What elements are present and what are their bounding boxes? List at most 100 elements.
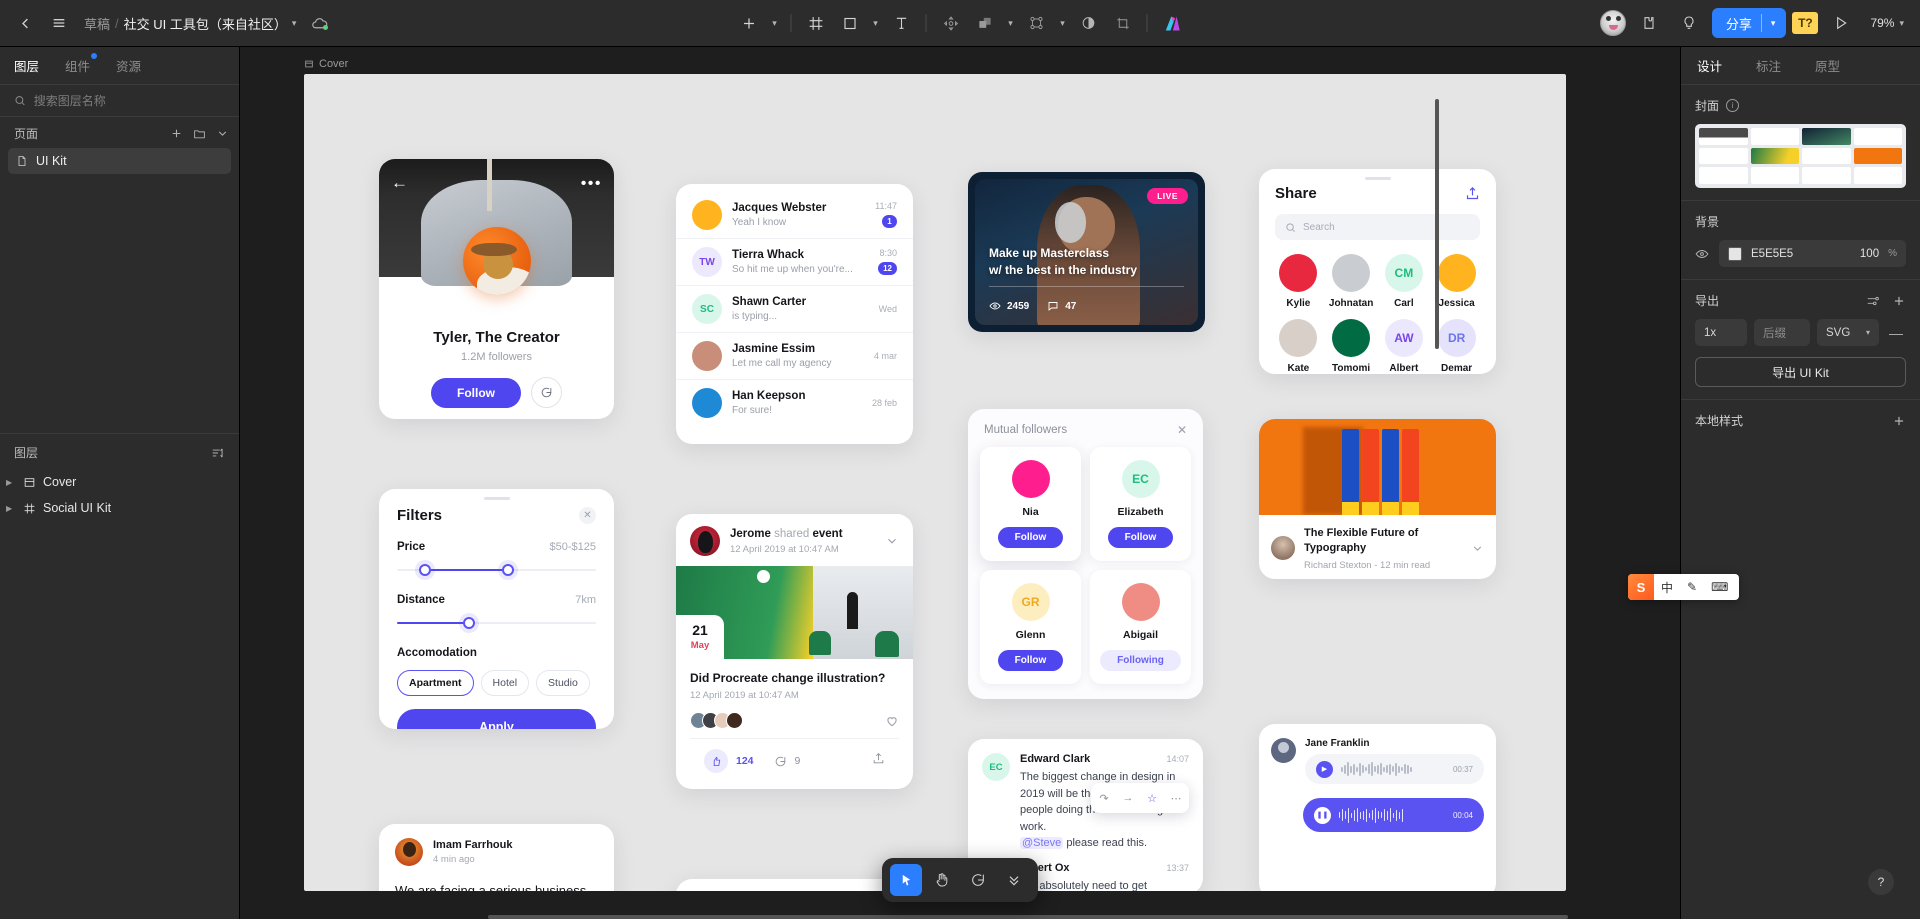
- share-person[interactable]: Jessica: [1433, 254, 1480, 309]
- boolean-tool-dropdown[interactable]: ▾: [1003, 8, 1019, 38]
- price-range-slider[interactable]: [397, 563, 596, 577]
- layer-expand-caret[interactable]: ▶: [6, 504, 16, 513]
- export-scale-field[interactable]: 1x: [1695, 319, 1747, 346]
- share-person[interactable]: CM Carl: [1381, 254, 1428, 309]
- boolean-tool-button[interactable]: [969, 7, 1001, 39]
- distance-slider[interactable]: [397, 616, 596, 630]
- breadcrumb-draft[interactable]: 草稿: [84, 14, 110, 33]
- mutual-follow-button[interactable]: Follow: [997, 650, 1064, 671]
- background-visibility-toggle[interactable]: [1695, 247, 1709, 261]
- tab-layers[interactable]: 图层: [14, 56, 39, 75]
- event-heart-button[interactable]: [885, 714, 899, 728]
- add-page-button[interactable]: [170, 127, 183, 140]
- share-card[interactable]: Share Search Kylie Johnatan CM Carl Jessi…: [1259, 169, 1496, 374]
- crop-tool-button[interactable]: [1107, 7, 1139, 39]
- tab-design[interactable]: 设计: [1697, 56, 1722, 75]
- ime-logo-icon[interactable]: S: [1628, 574, 1654, 600]
- profile-message-button[interactable]: [531, 377, 562, 408]
- main-menu-button[interactable]: [42, 6, 76, 40]
- chat-row[interactable]: Jacques Webster Yeah I know 11:47 1: [676, 192, 913, 238]
- reply-icon[interactable]: ↷: [1093, 787, 1115, 809]
- chat-row[interactable]: TW Tierra Whack So hit me up when you're…: [676, 238, 913, 285]
- shape-tool-dropdown[interactable]: ▾: [868, 8, 884, 38]
- ime-language-toggle[interactable]: 中: [1654, 579, 1680, 596]
- share-upload-button[interactable]: [1465, 186, 1480, 201]
- star-icon[interactable]: ☆: [1141, 787, 1163, 809]
- apply-button[interactable]: Apply: [397, 709, 596, 729]
- color-swatch[interactable]: [1728, 246, 1742, 261]
- distance-slider-knob[interactable]: [462, 617, 475, 629]
- forward-icon[interactable]: →: [1117, 787, 1139, 809]
- layer-search-bar[interactable]: [0, 85, 239, 117]
- chip-studio[interactable]: Studio: [536, 670, 590, 696]
- background-opacity-value[interactable]: 100: [1860, 248, 1879, 260]
- mutual-follow-button[interactable]: Follow: [1107, 527, 1174, 548]
- add-export-button[interactable]: [1892, 294, 1906, 308]
- canvas-vertical-scrollbar[interactable]: [1435, 99, 1439, 349]
- chat-row[interactable]: Jasmine Essim Let me call my agency 4 ma…: [676, 332, 913, 379]
- tab-components[interactable]: 组件: [65, 53, 98, 75]
- search-input[interactable]: [33, 93, 225, 108]
- chat-list-card[interactable]: Jacques Webster Yeah I know 11:47 1 TW T…: [676, 184, 913, 444]
- typography-article-card[interactable]: The Flexible Future of Typography Richar…: [1259, 419, 1496, 579]
- layers-sort-button[interactable]: [211, 446, 225, 460]
- price-slider-knob-min[interactable]: [418, 564, 431, 576]
- share-dropdown-caret[interactable]: ▾: [1771, 18, 1787, 29]
- event-post-card[interactable]: Jerome shared event 12 April 2019 at 10:…: [676, 514, 913, 789]
- frame-label[interactable]: Cover: [304, 58, 348, 70]
- ime-floating-toolbar[interactable]: S 中 ✎ ⌨: [1628, 574, 1740, 600]
- share-drag-handle[interactable]: [1364, 177, 1391, 180]
- cover-thumbnail[interactable]: [1695, 124, 1906, 188]
- share-person[interactable]: DR Demar: [1433, 319, 1480, 374]
- comment-mention[interactable]: @Steve: [1020, 837, 1064, 849]
- help-button[interactable]: ?: [1868, 869, 1894, 895]
- ideas-button[interactable]: [1672, 6, 1706, 40]
- audio-bubble-received[interactable]: ▶ 00:37: [1305, 754, 1484, 784]
- background-hex-value[interactable]: E5E5E5: [1751, 248, 1851, 260]
- tab-prototype[interactable]: 原型: [1815, 56, 1840, 75]
- mutual-following-button[interactable]: Following: [1100, 650, 1181, 671]
- event-expand-button[interactable]: [885, 534, 899, 548]
- export-suffix-field[interactable]: 后缀: [1754, 319, 1810, 346]
- filters-drag-handle[interactable]: [483, 497, 510, 500]
- chip-hotel[interactable]: Hotel: [480, 670, 530, 696]
- chevron-down-icon[interactable]: ▾: [292, 18, 297, 29]
- translate-badge[interactable]: T?: [1792, 12, 1819, 34]
- event-comment-group[interactable]: 9: [774, 755, 800, 768]
- share-button[interactable]: 分享 ▾: [1711, 8, 1787, 38]
- ime-handwriting-icon[interactable]: ✎: [1680, 580, 1704, 594]
- layer-item-social-ui-kit[interactable]: ▶ Social UI Kit: [0, 495, 239, 521]
- audio-play-button[interactable]: ▶: [1316, 760, 1333, 778]
- background-color-field[interactable]: E5E5E5 100 %: [1719, 240, 1906, 267]
- add-tool-dropdown[interactable]: ▾: [767, 8, 783, 38]
- typography-expand-button[interactable]: [1471, 542, 1484, 555]
- cover-artboard[interactable]: ← ••• Tyler, The Creator 1.2M followers …: [304, 74, 1566, 891]
- add-tool-button[interactable]: [733, 7, 765, 39]
- text-tool-button[interactable]: [886, 7, 918, 39]
- add-local-style-button[interactable]: [1892, 414, 1906, 428]
- chat-row[interactable]: Han Keepson For sure! 28 feb: [676, 379, 913, 426]
- share-person[interactable]: Johnatan: [1328, 254, 1375, 309]
- moments-card[interactable]: Moments: [676, 879, 913, 891]
- component-tool-dropdown[interactable]: ▾: [1055, 8, 1071, 38]
- event-share-button[interactable]: [872, 752, 885, 770]
- share-person[interactable]: Kylie: [1275, 254, 1322, 309]
- canvas-horizontal-scrollbar[interactable]: [488, 915, 1568, 919]
- present-button[interactable]: [1824, 6, 1858, 40]
- imam-post-card[interactable]: Imam Farrhouk 4 min ago We are facing a …: [379, 824, 614, 891]
- move-tool-button[interactable]: [935, 7, 967, 39]
- layer-expand-caret[interactable]: ▶: [6, 478, 16, 487]
- audio-message-card[interactable]: Jane Franklin ▶ 00:37 ❚❚ 00:04: [1259, 724, 1496, 891]
- filters-card[interactable]: Filters ✕ Price $50-$125 Distance 7km Ac…: [379, 489, 614, 729]
- mutual-person[interactable]: Nia Follow: [980, 447, 1081, 561]
- audio-pause-button[interactable]: ❚❚: [1313, 806, 1331, 824]
- mutual-close-button[interactable]: ✕: [1177, 423, 1187, 437]
- mutual-followers-card[interactable]: Mutual followers ✕ Nia Follow EC Elizabe…: [968, 409, 1203, 699]
- plugins-button[interactable]: [1632, 6, 1666, 40]
- profile-follow-button[interactable]: Follow: [431, 377, 521, 408]
- ime-keyboard-icon[interactable]: ⌨: [1704, 580, 1735, 594]
- zoom-control[interactable]: 79% ▾: [1864, 16, 1910, 30]
- info-icon[interactable]: i: [1726, 99, 1740, 112]
- mutual-person[interactable]: Abigail Following: [1090, 570, 1191, 684]
- price-slider-knob-max[interactable]: [502, 564, 515, 576]
